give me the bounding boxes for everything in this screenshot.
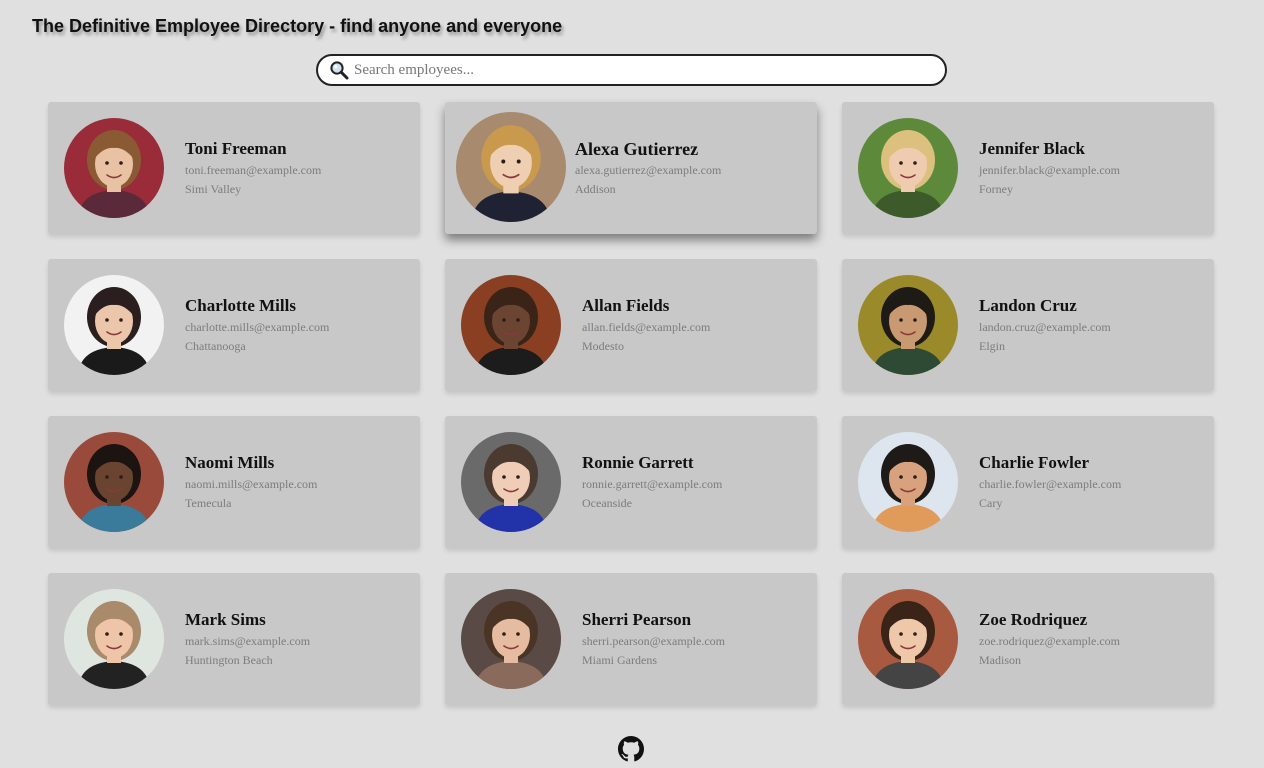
- employee-card[interactable]: Allan Fields allan.fields@example.com Mode…: [445, 259, 817, 391]
- employee-name: Charlie Fowler: [979, 453, 1089, 472]
- employee-info: Sherri Pearson sherri.pearson@example.com…: [582, 610, 725, 670]
- employee-name: Allan Fields: [582, 296, 670, 315]
- employee-avatar: [461, 589, 561, 689]
- employee-name: Jennifer Black: [979, 139, 1085, 158]
- employee-city: Chattanooga: [185, 339, 246, 353]
- employee-avatar: [456, 112, 566, 222]
- employee-city: Simi Valley: [185, 182, 242, 196]
- employee-avatar: [64, 432, 164, 532]
- employee-avatar: [64, 275, 164, 375]
- employee-info: Landon Cruz landon.cruz@example.com Elgin: [979, 296, 1111, 356]
- employee-email: zoe.rodriquez@example.com: [979, 634, 1120, 648]
- employee-name: Ronnie Garrett: [582, 453, 694, 472]
- employee-avatar: [461, 275, 561, 375]
- employee-card[interactable]: Mark Sims mark.sims@example.com Huntington…: [48, 573, 420, 705]
- github-icon[interactable]: [618, 736, 644, 762]
- employee-info: Naomi Mills naomi.mills@example.com Temecu…: [185, 453, 317, 513]
- employee-city: Forney: [979, 182, 1013, 196]
- employee-info: Ronnie Garrett ronnie.garrett@example.com…: [582, 453, 722, 513]
- employee-card[interactable]: Toni Freeman toni.freeman@example.com Simi…: [48, 102, 420, 234]
- employee-card[interactable]: Charlotte Mills charlotte.mills@example.c…: [48, 259, 420, 391]
- employee-name: Sherri Pearson: [582, 610, 692, 629]
- search-bar[interactable]: [316, 54, 947, 86]
- employee-name: Toni Freeman: [185, 139, 287, 158]
- employee-email: charlie.fowler@example.com: [979, 477, 1122, 491]
- employee-city: Madison: [979, 653, 1021, 667]
- employee-info: Toni Freeman toni.freeman@example.com Simi…: [185, 139, 321, 199]
- employee-info: Jennifer Black jennifer.black@example.com…: [979, 139, 1120, 199]
- employee-email: mark.sims@example.com: [185, 634, 311, 648]
- employee-info: Zoe Rodriquez zoe.rodriquez@example.com Ma…: [979, 610, 1120, 670]
- employee-email: alexa.gutierrez@example.com: [575, 163, 722, 177]
- employee-name: Landon Cruz: [979, 296, 1077, 315]
- employee-name: Naomi Mills: [185, 453, 275, 472]
- employee-email: allan.fields@example.com: [582, 320, 711, 334]
- employee-city: Temecula: [185, 496, 232, 510]
- employee-city: Cary: [979, 496, 1003, 510]
- search-input[interactable]: [354, 59, 924, 81]
- employee-card[interactable]: Sherri Pearson sherri.pearson@example.com…: [445, 573, 817, 705]
- employee-card[interactable]: Jennifer Black jennifer.black@example.com…: [842, 102, 1214, 234]
- employee-name: Mark Sims: [185, 610, 266, 629]
- employee-email: toni.freeman@example.com: [185, 163, 322, 177]
- page-title: The Definitive Employee Directory - find…: [32, 16, 563, 36]
- employee-avatar: [858, 275, 958, 375]
- employee-card[interactable]: Ronnie Garrett ronnie.garrett@example.com…: [445, 416, 817, 548]
- employee-name: Zoe Rodriquez: [979, 610, 1088, 629]
- employee-avatar: [64, 589, 164, 689]
- employee-email: ronnie.garrett@example.com: [582, 477, 723, 491]
- employee-city: Huntington Beach: [185, 653, 273, 667]
- employee-email: sherri.pearson@example.com: [582, 634, 725, 648]
- employee-info: Allan Fields allan.fields@example.com Mode…: [582, 296, 710, 356]
- employee-email: naomi.mills@example.com: [185, 477, 318, 491]
- employee-card[interactable]: Landon Cruz landon.cruz@example.com Elgin: [842, 259, 1214, 391]
- employee-city: Addison: [575, 182, 616, 196]
- employee-name: Alexa Gutierrez: [575, 139, 699, 159]
- employee-card[interactable]: Charlie Fowler charlie.fowler@example.com…: [842, 416, 1214, 548]
- employee-info: Charlotte Mills charlotte.mills@example.c…: [185, 296, 329, 356]
- employee-avatar: [858, 589, 958, 689]
- employee-email: charlotte.mills@example.com: [185, 320, 330, 334]
- employee-avatar: [461, 432, 561, 532]
- employee-info: Mark Sims mark.sims@example.com Huntington…: [185, 610, 310, 670]
- employee-card[interactable]: Naomi Mills naomi.mills@example.com Temecu…: [48, 416, 420, 548]
- employee-info: Alexa Gutierrez alexa.gutierrez@example.c…: [575, 139, 721, 199]
- employee-avatar: [858, 432, 958, 532]
- employee-city: Modesto: [582, 339, 624, 353]
- employee-city: Miami Gardens: [582, 653, 657, 667]
- employee-city: Oceanside: [582, 496, 632, 510]
- employee-info: Charlie Fowler charlie.fowler@example.com…: [979, 453, 1121, 513]
- employee-email: jennifer.black@example.com: [979, 163, 1120, 177]
- employee-grid: Toni Freeman toni.freeman@example.com Simi…: [48, 102, 1214, 705]
- employee-card[interactable]: Zoe Rodriquez zoe.rodriquez@example.com Ma…: [842, 573, 1214, 705]
- employee-name: Charlotte Mills: [185, 296, 296, 315]
- employee-city: Elgin: [979, 339, 1005, 353]
- search-icon: [330, 61, 349, 80]
- employee-card[interactable]: Alexa Gutierrez alexa.gutierrez@example.c…: [445, 102, 817, 234]
- employee-email: landon.cruz@example.com: [979, 320, 1111, 334]
- employee-avatar: [858, 118, 958, 218]
- employee-avatar: [64, 118, 164, 218]
